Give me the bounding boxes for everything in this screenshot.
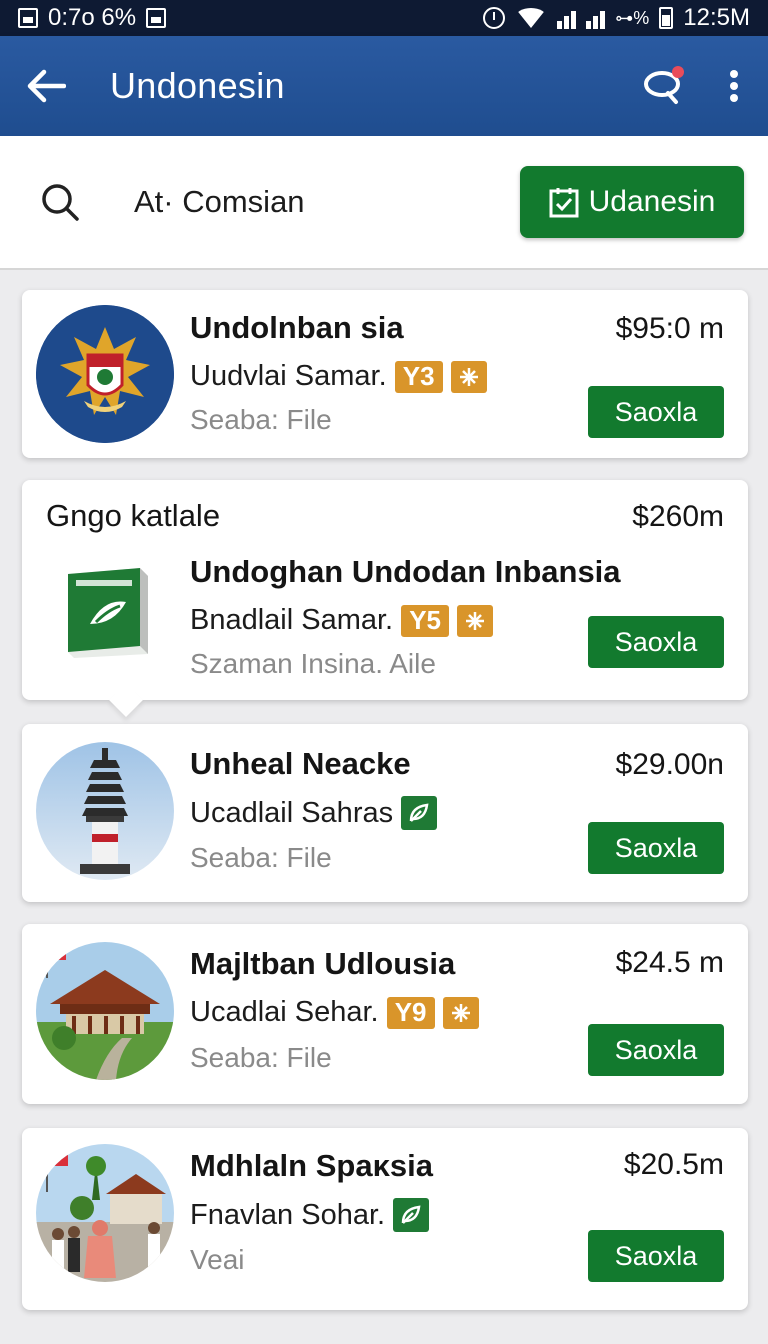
listing-card[interactable]: Unheal Neacke Ucadlail Sahras Seaba: Fil… bbox=[22, 724, 748, 902]
primary-action-label: Udanesin bbox=[588, 185, 716, 218]
rating-badge: Y3 bbox=[394, 360, 443, 393]
listing-card[interactable]: Undolnban sia Uudvlai Samar. Y3 Seaba: F… bbox=[22, 290, 748, 458]
listing-action-button[interactable]: Saoxla bbox=[588, 822, 724, 874]
edit-icon bbox=[146, 8, 167, 28]
listing-title[interactable]: Mdhlaln Spaᴋsia bbox=[190, 1148, 433, 1184]
page-title: Undonesin bbox=[110, 65, 285, 106]
listing-meta: Seaba: File bbox=[190, 1042, 332, 1073]
more-vert-icon[interactable] bbox=[724, 64, 744, 108]
wifi-icon bbox=[515, 8, 548, 28]
rating-badge: Y5 bbox=[401, 604, 450, 637]
leaf-icon bbox=[393, 1198, 430, 1232]
status-right: ⊶% 12:5M bbox=[483, 4, 750, 32]
sparkle-icon bbox=[450, 360, 487, 393]
listing-meta: Szaman Insina. Aile bbox=[190, 648, 436, 679]
notification-dot bbox=[672, 66, 684, 78]
signal-icon bbox=[557, 7, 577, 29]
sparkle-icon bbox=[442, 996, 479, 1029]
subtitle-text: Ucadlai Sehar. bbox=[190, 996, 379, 1028]
subtitle-text: Uudvlai Samar. bbox=[190, 360, 387, 392]
back-arrow-icon[interactable] bbox=[24, 64, 68, 108]
listing-action-button[interactable]: Saoxla bbox=[588, 386, 724, 438]
listing-price: $95:0 m bbox=[615, 312, 724, 345]
card-pointer bbox=[109, 683, 143, 717]
calendar-check-icon bbox=[549, 188, 579, 218]
app-bar: Undonesin bbox=[0, 36, 768, 136]
listing-meta: Seaba: File bbox=[190, 842, 332, 873]
app-actions bbox=[642, 64, 744, 108]
status-left: 0:7o 6% bbox=[18, 4, 167, 32]
search-bar: At· Comsian Udanesin bbox=[0, 136, 768, 270]
listing-price: $20.5m bbox=[623, 1148, 724, 1181]
battery-icon bbox=[659, 7, 674, 29]
people-thumb bbox=[36, 1144, 174, 1282]
listing-subtitle: Bnadlail Samar. Y5 bbox=[190, 604, 494, 637]
tower-thumb bbox=[36, 742, 174, 880]
listing-title[interactable]: Undolnban sia bbox=[190, 310, 404, 346]
listing-action-button[interactable]: Saoxla bbox=[588, 616, 724, 668]
listing-price: $24.5 m bbox=[615, 946, 724, 979]
listing-action-button[interactable]: Saoxla bbox=[588, 1230, 724, 1282]
listing-subtitle: Fnavlan Sohar. bbox=[190, 1198, 430, 1232]
listing-title[interactable]: Unheal Neacke bbox=[190, 746, 411, 782]
listing-price: $29.00n bbox=[615, 748, 724, 781]
subtitle-text: Fnavlan Sohar. bbox=[190, 1198, 386, 1231]
alarm-icon bbox=[483, 7, 506, 29]
product-box-thumb bbox=[60, 562, 152, 662]
subtitle-text: Bnadlail Samar. bbox=[190, 604, 394, 636]
search-notification-icon[interactable] bbox=[642, 64, 686, 108]
primary-action-button[interactable]: Udanesin bbox=[520, 166, 744, 238]
listing-price: $260m bbox=[632, 500, 724, 533]
listing-subtitle: Uudvlai Samar. Y3 bbox=[190, 360, 487, 393]
listing-action-button[interactable]: Saoxla bbox=[588, 1024, 724, 1076]
listing-meta: Seaba: File bbox=[190, 404, 332, 435]
subtitle-text: Ucadlail Sahras bbox=[190, 796, 394, 829]
pavilion-thumb bbox=[36, 942, 174, 1080]
listing-card[interactable]: Mdhlaln Spaᴋsia Fnavlan Sohar. Veai $20.… bbox=[22, 1128, 748, 1310]
gallery-icon bbox=[18, 8, 38, 28]
listing-meta: Veai bbox=[190, 1244, 245, 1275]
listing-card[interactable]: Gngo katlale $260m Undoghan Undodan Inba… bbox=[22, 480, 748, 717]
rating-badge: Y9 bbox=[386, 996, 435, 1029]
leaf-icon bbox=[401, 796, 438, 830]
status-bar: 0:7o 6% ⊶% 12:5M bbox=[0, 0, 768, 36]
card-header: Gngo katlale bbox=[46, 498, 221, 533]
status-clock: 12:5M bbox=[683, 4, 750, 31]
listing-card[interactable]: Majltban Udlousia Ucadlai Sehar. Y9 Seab… bbox=[22, 924, 748, 1104]
listing-title[interactable]: Undoghan Undodan Inbansia bbox=[190, 554, 621, 590]
data-indicator: ⊶% bbox=[615, 7, 650, 28]
listing-subtitle: Ucadlai Sehar. Y9 bbox=[190, 996, 479, 1029]
sparkle-icon bbox=[457, 604, 494, 637]
listing-title[interactable]: Majltban Udlousia bbox=[190, 946, 455, 982]
emblem-thumb bbox=[36, 305, 174, 443]
listing-subtitle: Ucadlail Sahras bbox=[190, 796, 438, 830]
signal-icon-2 bbox=[586, 7, 606, 29]
search-input[interactable]: At· Comsian bbox=[134, 184, 305, 220]
search-icon[interactable] bbox=[38, 180, 82, 224]
status-left-text: 0:7o 6% bbox=[48, 4, 137, 31]
